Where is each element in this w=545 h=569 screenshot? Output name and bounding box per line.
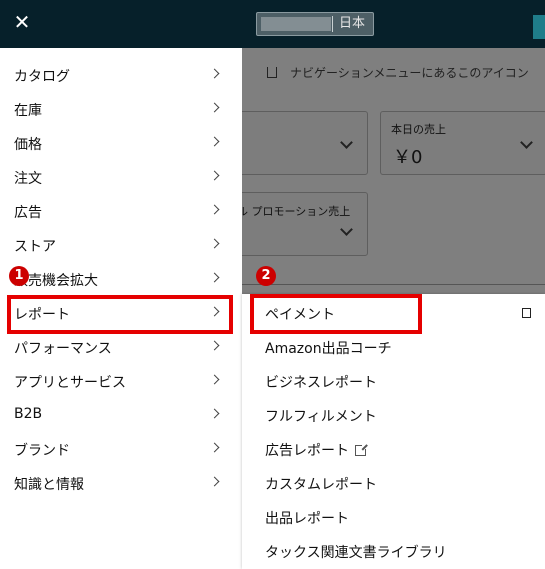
submenu-item-custom-reports[interactable]: カスタムレポート <box>242 465 545 499</box>
divider <box>242 284 545 285</box>
menu-item-brands[interactable]: ブランド <box>0 431 242 465</box>
promo-sales-card[interactable]: ル プロモーション売上 <box>237 192 368 256</box>
close-icon[interactable]: ✕ <box>12 12 32 32</box>
widget-card[interactable] <box>238 111 368 175</box>
external-link-icon <box>355 443 368 456</box>
chevron-right-icon <box>209 476 220 487</box>
menu-item-label: 広告 <box>14 205 42 221</box>
reports-submenu: ペイメント Amazon出品コーチ ビジネスレポート フルフィルメント 広告レポ… <box>242 294 545 569</box>
menu-item-inventory[interactable]: 在庫 <box>0 91 242 125</box>
top-right-button[interactable] <box>533 15 545 39</box>
account-name-redacted <box>261 17 331 31</box>
menu-item-label: B2B <box>14 406 43 422</box>
chevron-down-icon[interactable] <box>340 136 353 149</box>
chevron-right-icon <box>209 136 220 147</box>
submenu-item-label: Amazon出品コーチ <box>265 341 392 357</box>
account-separator <box>332 16 333 32</box>
chevron-right-icon <box>209 238 220 249</box>
bookmark-icon[interactable] <box>522 308 531 318</box>
menu-item-learn[interactable]: 知識と情報 <box>0 465 242 499</box>
chevron-right-icon <box>209 272 220 283</box>
account-selector[interactable]: 日本 <box>256 12 374 36</box>
bookmark-icon <box>267 67 277 78</box>
menu-item-pricing[interactable]: 価格 <box>0 125 242 159</box>
menu-item-label: カタログ <box>14 69 70 85</box>
account-region: 日本 <box>339 16 366 31</box>
submenu-item-fulfillment[interactable]: フルフィルメント <box>242 397 545 431</box>
hint-text: ナビゲーションメニューにあるこのアイコン <box>290 66 529 80</box>
step-badge-2: 2 <box>256 266 276 286</box>
submenu-item-label: 出品レポート <box>265 511 349 527</box>
side-menu-header: ✕ <box>0 0 242 48</box>
menu-item-label: 在庫 <box>14 103 42 119</box>
highlight-box-payments <box>250 294 422 334</box>
submenu-item-label: カスタムレポート <box>265 477 377 493</box>
submenu-item-label: フルフィルメント <box>265 409 377 425</box>
chevron-right-icon <box>209 374 220 385</box>
menu-item-catalog[interactable]: カタログ <box>0 57 242 91</box>
submenu-item-ad-reports[interactable]: 広告レポート <box>242 431 545 465</box>
menu-item-label: 知識と情報 <box>14 477 84 493</box>
today-sales-value: ￥0 <box>393 147 423 168</box>
chevron-down-icon[interactable] <box>340 223 353 236</box>
menu-item-b2b[interactable]: B2B <box>0 397 242 431</box>
menu-item-performance[interactable]: パフォーマンス <box>0 329 242 363</box>
menu-item-growth[interactable]: 販売機会拡大 <box>0 261 242 295</box>
menu-item-label: 注文 <box>14 171 42 187</box>
chevron-right-icon <box>209 340 220 351</box>
menu-item-label: パフォーマンス <box>14 341 112 357</box>
chevron-right-icon <box>209 102 220 113</box>
ad-reports-text: 広告レポート <box>265 443 349 459</box>
menu-item-label: 価格 <box>14 137 42 153</box>
step-badge-1: 1 <box>9 266 29 286</box>
menu-item-label: ブランド <box>14 443 70 459</box>
submenu-item-label: タックス関連文書ライブラリ <box>265 545 447 561</box>
submenu-item-label: ビジネスレポート <box>265 375 377 391</box>
menu-item-store[interactable]: ストア <box>0 227 242 261</box>
chevron-right-icon <box>209 442 220 453</box>
today-sales-label: 本日の売上 <box>391 123 446 136</box>
submenu-item-selling-coach[interactable]: Amazon出品コーチ <box>242 329 545 363</box>
submenu-item-label: 広告レポート <box>265 440 368 460</box>
menu-item-apps-services[interactable]: アプリとサービス <box>0 363 242 397</box>
menu-item-label: アプリとサービス <box>14 375 126 391</box>
chevron-right-icon <box>209 204 220 215</box>
promo-sales-label: ル プロモーション売上 <box>237 205 351 218</box>
menu-item-label: ストア <box>14 239 56 255</box>
menu-item-orders[interactable]: 注文 <box>0 159 242 193</box>
submenu-item-inventory-reports[interactable]: 出品レポート <box>242 499 545 533</box>
chevron-right-icon <box>209 170 220 181</box>
chevron-right-icon <box>209 408 220 419</box>
submenu-item-tax-library[interactable]: タックス関連文書ライブラリ <box>242 533 545 567</box>
highlight-box-reports <box>7 295 233 334</box>
menu-item-advertising[interactable]: 広告 <box>0 193 242 227</box>
hint-bar: ナビゲーションメニューにあるこのアイコン <box>242 60 545 86</box>
today-sales-card[interactable]: 本日の売上 ￥0 <box>380 111 545 175</box>
chevron-down-icon[interactable] <box>520 136 533 149</box>
chevron-right-icon <box>209 68 220 79</box>
submenu-item-business-reports[interactable]: ビジネスレポート <box>242 363 545 397</box>
